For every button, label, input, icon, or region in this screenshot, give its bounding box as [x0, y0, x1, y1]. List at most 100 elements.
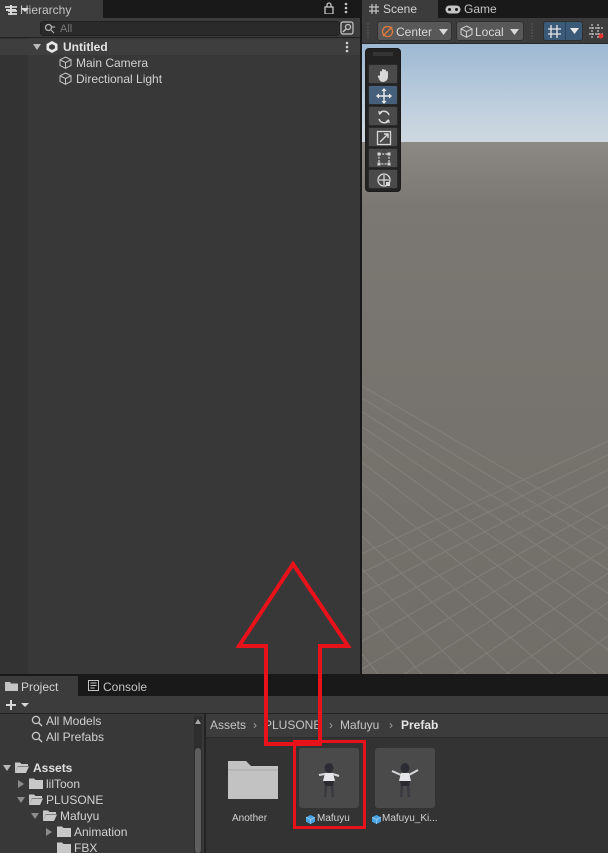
create-asset-button[interactable] — [4, 697, 32, 713]
hierarchy-gutter — [0, 38, 28, 674]
hierarchy-item-label: Directional Light — [76, 72, 163, 86]
folder-icon — [29, 778, 43, 789]
breadcrumb-separator: › — [389, 718, 393, 732]
pivot-space-dropdown[interactable]: Local — [456, 21, 524, 41]
local-space-cube-icon — [460, 25, 473, 38]
tree-item-animation[interactable]: Animation — [0, 824, 194, 840]
rotate-tool-button[interactable] — [368, 106, 398, 126]
chevron-right-icon[interactable] — [17, 780, 25, 788]
hierarchy-row-main-camera[interactable]: Main Camera — [0, 55, 360, 71]
tab-console-label: Console — [103, 680, 148, 694]
chevron-down-icon[interactable] — [3, 764, 11, 772]
tree-item-label: Assets — [33, 761, 73, 775]
tab-scene[interactable]: Scene — [362, 0, 438, 18]
gamepad-icon — [445, 5, 461, 14]
tree-item-assets[interactable]: Assets — [0, 760, 194, 776]
breadcrumb-prefab[interactable]: Prefab — [401, 718, 438, 732]
chevron-down-icon[interactable] — [17, 796, 25, 804]
folder-open-icon — [15, 762, 29, 773]
folder-icon — [228, 761, 278, 799]
split-divider — [565, 22, 566, 40]
asset-thumbnail — [375, 748, 435, 808]
asset-item-another[interactable]: Another — [222, 745, 282, 827]
palette-grip-icon — [373, 52, 393, 56]
hand-icon — [377, 69, 388, 83]
search-icon — [31, 731, 43, 743]
pivot-center-icon — [381, 25, 394, 38]
pivot-space-label: Local — [475, 25, 504, 39]
hierarchy-search-input[interactable] — [60, 21, 330, 36]
console-icon — [88, 680, 99, 691]
tree-item-label: PLUSONE — [46, 793, 104, 807]
tree-item-label: lilToon — [46, 777, 81, 791]
grid-visibility-icon[interactable] — [588, 23, 604, 39]
tab-game-label: Game — [464, 2, 497, 16]
asset-item-mafuyu-ki[interactable]: Mafuyu_Ki... — [372, 745, 442, 827]
hierarchy-item-label: Main Camera — [76, 56, 149, 70]
tab-project[interactable]: Project — [0, 676, 78, 696]
tab-project-label: Project — [21, 680, 59, 694]
scale-icon — [376, 130, 392, 146]
hierarchy-row-directional-light[interactable]: Directional Light — [0, 71, 360, 87]
add-object-button[interactable] — [4, 2, 32, 18]
tree-item-fbx[interactable]: FBX — [0, 840, 194, 853]
chevron-down-icon — [510, 29, 519, 35]
gameobject-cube-icon — [59, 72, 72, 85]
grid-snapping-toggle[interactable] — [543, 21, 583, 41]
tab-scene-label: Scene — [383, 2, 418, 16]
scale-tool-button[interactable] — [368, 127, 398, 147]
chevron-down-icon — [439, 29, 448, 35]
search-icon — [31, 715, 43, 727]
lock-icon[interactable] — [323, 2, 335, 14]
chevron-down-icon — [570, 28, 579, 34]
tree-item-label: Mafuyu — [60, 809, 100, 823]
tree-item-label: All Models — [46, 714, 102, 728]
transform-gizmo-icon — [377, 173, 391, 187]
chevron-right-icon[interactable] — [45, 828, 53, 836]
tree-item-label: Animation — [74, 825, 128, 839]
toolbar-grip-icon — [531, 23, 533, 39]
folder-icon — [57, 826, 71, 837]
character-model-icon — [391, 763, 419, 798]
tree-item-label: All Prefabs — [46, 730, 105, 744]
kebab-menu-icon[interactable] — [341, 1, 351, 15]
asset-label: Mafuyu_Ki... — [382, 813, 438, 824]
pivot-center-label: Center — [396, 25, 433, 39]
chevron-down-icon[interactable] — [33, 43, 41, 51]
toolbar-grip-icon — [367, 23, 369, 39]
rect-tool-button[interactable] — [368, 148, 398, 168]
move-tool-button[interactable] — [368, 85, 398, 105]
tree-item-mafuyu[interactable]: Mafuyu — [0, 808, 194, 824]
tree-scrollbar-thumb[interactable] — [195, 748, 201, 853]
folder-open-icon — [29, 794, 43, 805]
tree-item-label: FBX — [74, 841, 98, 853]
rotate-icon — [378, 110, 390, 124]
tab-console[interactable]: Console — [84, 676, 174, 696]
unity-scene-icon — [46, 41, 58, 53]
scene-filter-icon[interactable] — [340, 21, 354, 35]
snap-grid-icon — [548, 25, 561, 38]
scroll-up-arrow-icon[interactable] — [195, 718, 201, 726]
search-icon — [44, 23, 55, 34]
folder-icon — [5, 682, 18, 691]
hand-tool-button[interactable] — [368, 64, 398, 84]
scene-name-label: Untitled — [63, 40, 108, 54]
folder-icon — [57, 842, 71, 853]
red-arrow-annotation — [236, 560, 352, 746]
move-arrows-icon — [376, 88, 392, 104]
rect-transform-icon — [377, 152, 391, 166]
transform-tool-button[interactable] — [368, 169, 398, 189]
scene-kebab-menu-icon[interactable] — [343, 40, 351, 54]
tree-item-all-models[interactable]: All Models — [0, 713, 194, 729]
grid-hash-icon — [369, 4, 379, 14]
chevron-down-icon[interactable] — [31, 812, 39, 820]
pivot-center-dropdown[interactable]: Center — [377, 21, 452, 41]
gameobject-cube-icon — [59, 56, 72, 69]
tab-game[interactable]: Game — [440, 0, 520, 18]
highlight-box-annotation — [293, 740, 366, 829]
folder-open-icon — [43, 810, 57, 821]
tree-item-liltoon[interactable]: lilToon — [0, 776, 194, 792]
asset-label: Another — [232, 813, 268, 824]
tree-item-plusone[interactable]: PLUSONE — [0, 792, 194, 808]
tree-item-all-prefabs[interactable]: All Prefabs — [0, 729, 194, 745]
